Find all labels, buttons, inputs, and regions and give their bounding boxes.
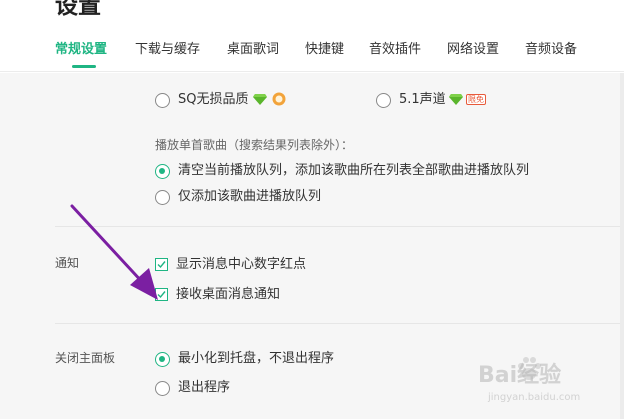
baidu-watermark: Bai经验 [478,363,562,388]
baidu-watermark-url: jingyan.baidu.com [488,392,581,403]
